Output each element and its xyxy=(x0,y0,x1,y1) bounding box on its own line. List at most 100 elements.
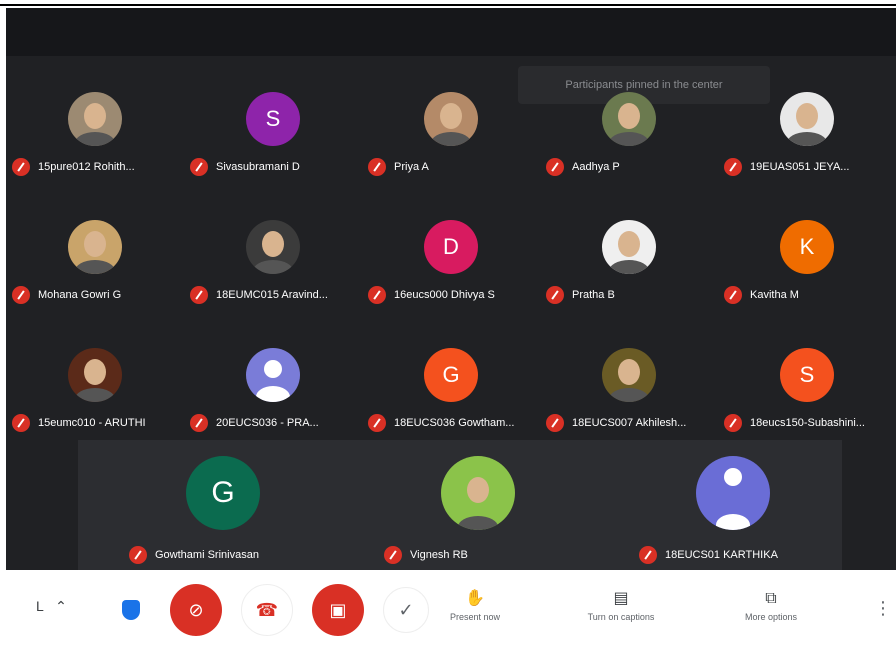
participant-tile[interactable]: Aadhya P xyxy=(540,56,718,182)
participant-name: Vignesh RB xyxy=(410,549,468,561)
participant-tile[interactable]: Priya A xyxy=(362,56,540,182)
leave-call-button[interactable]: ☎ xyxy=(241,584,293,636)
checkmark-icon: ✓ xyxy=(398,599,414,620)
participant-name: 15eumc010 - ARUTHI xyxy=(38,417,146,429)
window-top-border xyxy=(0,0,896,6)
participant-tile[interactable]: S Sivasubramani D xyxy=(184,56,362,182)
stage-top-bar xyxy=(6,8,896,56)
muted-mic-icon xyxy=(724,286,742,304)
participant-name: Priya A xyxy=(394,161,429,173)
kebab-menu-icon[interactable]: ⋮ xyxy=(874,598,892,619)
participant-avatar xyxy=(780,92,834,146)
muted-mic-icon xyxy=(724,158,742,176)
muted-mic-icon xyxy=(12,158,30,176)
participant-tile[interactable]: Mohana Gowri G xyxy=(6,184,184,310)
participant-name-row: Pratha B xyxy=(546,286,615,304)
participant-name-row: 15eumc010 - ARUTHI xyxy=(12,414,146,432)
participant-tile[interactable]: G 18EUCS036 Gowtham... xyxy=(362,312,540,438)
participant-tile[interactable]: 18EUMC015 Aravind... xyxy=(184,184,362,310)
mic-off-icon: ⊘ xyxy=(188,599,204,620)
participant-tile[interactable]: K Kavitha M xyxy=(718,184,896,310)
muted-mic-icon xyxy=(546,286,564,304)
muted-mic-icon xyxy=(368,158,386,176)
participant-avatar: D xyxy=(424,220,478,274)
participant-tile[interactable]: 18EUCS007 Akhilesh... xyxy=(540,312,718,438)
participant-strip: G Gowthami Srinivasan Vignesh RB 18EUCS01 K… xyxy=(78,440,842,570)
participant-name-row: Mohana Gowri G xyxy=(12,286,121,304)
participant-avatar: G xyxy=(186,456,260,530)
participant-tile[interactable]: G Gowthami Srinivasan xyxy=(123,440,323,570)
muted-mic-icon xyxy=(190,286,208,304)
participant-tile[interactable]: Pratha B xyxy=(540,184,718,310)
captions-label: Turn on captions xyxy=(587,612,655,622)
chevron-up-icon: ⌃ xyxy=(55,598,67,614)
participant-tile[interactable]: 15eumc010 - ARUTHI xyxy=(6,312,184,438)
captions-button[interactable]: ▤ Turn on captions xyxy=(566,590,676,622)
hang-up-icon: ☎ xyxy=(255,599,279,620)
participant-tile[interactable]: Vignesh RB xyxy=(378,440,578,570)
participant-name-row: Kavitha M xyxy=(724,286,799,304)
present-now-label: Present now xyxy=(449,612,501,622)
participant-avatar xyxy=(424,92,478,146)
participant-name: Sivasubramani D xyxy=(216,161,300,173)
participant-tile[interactable]: S 18eucs150-Subashini... xyxy=(718,312,896,438)
participant-tile[interactable]: 18EUCS01 KARTHIKA xyxy=(633,440,833,570)
muted-mic-icon xyxy=(368,414,386,432)
participant-name: Aadhya P xyxy=(572,161,620,173)
participant-name: 15pure012 Rohith... xyxy=(38,161,135,173)
participant-name-row: Sivasubramani D xyxy=(190,158,300,176)
camera-toggle-button[interactable]: ▣ xyxy=(312,584,364,636)
meeting-details-button[interactable]: L ⌃ xyxy=(36,598,67,615)
participant-name: Gowthami Srinivasan xyxy=(155,549,259,561)
participant-name: 18EUCS007 Akhilesh... xyxy=(572,417,687,429)
participant-tile[interactable]: 20EUCS036 - PRA... xyxy=(184,312,362,438)
participant-name: 18eucs150-Subashini... xyxy=(750,417,865,429)
participant-avatar xyxy=(602,92,656,146)
muted-mic-icon xyxy=(129,546,147,564)
muted-mic-icon xyxy=(724,414,742,432)
participant-name: 18EUCS036 Gowtham... xyxy=(394,417,515,429)
participant-name-row: Aadhya P xyxy=(546,158,620,176)
participant-name: 16eucs000 Dhivya S xyxy=(394,289,495,301)
participant-name-row: Gowthami Srinivasan xyxy=(129,546,259,564)
participant-name: Pratha B xyxy=(572,289,615,301)
meeting-code: L xyxy=(36,598,44,614)
security-shield-icon[interactable] xyxy=(122,600,140,620)
participant-avatar xyxy=(441,456,515,530)
participant-tile[interactable]: 19EUAS051 JEYA... xyxy=(718,56,896,182)
microphone-toggle-button[interactable]: ⊘ xyxy=(170,584,222,636)
participant-avatar xyxy=(246,348,300,402)
participant-name-row: 18EUMC015 Aravind... xyxy=(190,286,328,304)
muted-mic-icon xyxy=(546,158,564,176)
camera-off-icon: ▣ xyxy=(329,599,347,620)
participant-name-row: 15pure012 Rohith... xyxy=(12,158,135,176)
participant-name-row: 18EUCS01 KARTHIKA xyxy=(639,546,778,564)
muted-mic-icon xyxy=(368,286,386,304)
participant-name: 19EUAS051 JEYA... xyxy=(750,161,850,173)
muted-mic-icon xyxy=(190,158,208,176)
participant-name-row: 19EUAS051 JEYA... xyxy=(724,158,849,176)
participant-name: 20EUCS036 - PRA... xyxy=(216,417,319,429)
participant-name-row: 20EUCS036 - PRA... xyxy=(190,414,319,432)
hand-icon: ✋ xyxy=(465,590,485,607)
participant-name: Mohana Gowri G xyxy=(38,289,122,301)
participant-avatar xyxy=(602,220,656,274)
participant-avatar xyxy=(696,456,770,530)
participant-name-row: 18eucs150-Subashini... xyxy=(724,414,865,432)
muted-mic-icon xyxy=(12,286,30,304)
participant-name-row: Vignesh RB xyxy=(384,546,468,564)
participant-tile[interactable]: D 16eucs000 Dhivya S xyxy=(362,184,540,310)
participant-avatar xyxy=(68,92,122,146)
participant-avatar: K xyxy=(780,220,834,274)
participant-avatar xyxy=(602,348,656,402)
participant-tile[interactable]: 15pure012 Rohith... xyxy=(6,56,184,182)
more-options-button[interactable]: ⧉ More options xyxy=(716,590,826,622)
participant-avatar xyxy=(68,348,122,402)
muted-mic-icon xyxy=(546,414,564,432)
present-screen-icon: ⧉ xyxy=(765,590,777,607)
participant-avatar: S xyxy=(780,348,834,402)
present-now-button[interactable]: ✋ Present now xyxy=(420,590,530,622)
participant-name: 18EUCS01 KARTHIKA xyxy=(665,549,778,561)
participant-avatar xyxy=(246,220,300,274)
bottom-control-bar: L ⌃ ⊘ ☎ ▣ ✓ ✋ Present now ▤ Turn on capt… xyxy=(0,570,896,651)
